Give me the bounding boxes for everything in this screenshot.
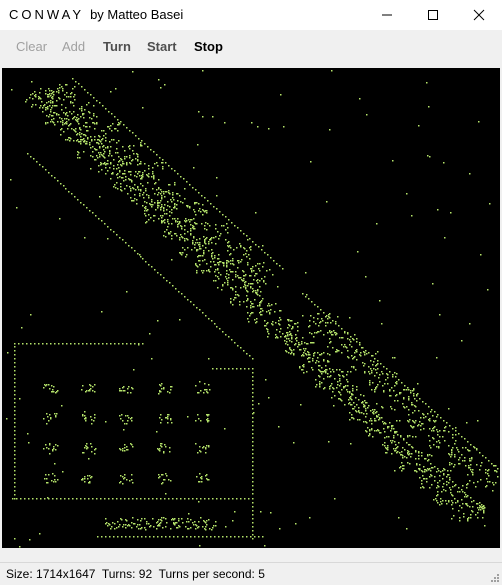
status-bar: Size: 1714x1647 Turns: 92 Turns per seco… [0, 562, 502, 585]
title-bar[interactable]: CONWAY by Matteo Basei [0, 0, 502, 30]
app-window: CONWAY by Matteo Basei Clear Add Turn Sta… [0, 0, 502, 585]
close-icon [473, 9, 485, 21]
tps-value: 5 [258, 567, 265, 581]
resize-grip-icon[interactable] [490, 573, 500, 583]
turns-label: Turns: [101, 567, 136, 581]
minimize-icon [382, 14, 392, 16]
maximize-button[interactable] [410, 0, 456, 30]
app-name: CONWAY [9, 7, 85, 22]
window-title: CONWAY by Matteo Basei [9, 7, 183, 22]
add-button[interactable]: Add [60, 36, 87, 58]
size-label: Size: [6, 567, 33, 581]
maximize-icon [428, 10, 438, 20]
close-button[interactable] [456, 0, 502, 30]
stop-button[interactable]: Stop [192, 36, 225, 58]
start-button[interactable]: Start [145, 36, 179, 58]
game-board[interactable] [2, 68, 500, 548]
clear-button[interactable]: Clear [14, 36, 49, 58]
size-value: 1714x1647 [36, 567, 96, 581]
app-author: by Matteo Basei [90, 7, 184, 22]
turn-button[interactable]: Turn [101, 36, 133, 58]
tps-label: Turns per second: [158, 567, 255, 581]
minimize-button[interactable] [364, 0, 410, 30]
cell-grid [6, 70, 499, 548]
turns-value: 92 [138, 567, 153, 581]
toolbar: Clear Add Turn Start Stop [0, 30, 502, 66]
status-text: Size: 1714x1647 Turns: 92 Turns per seco… [6, 567, 265, 581]
